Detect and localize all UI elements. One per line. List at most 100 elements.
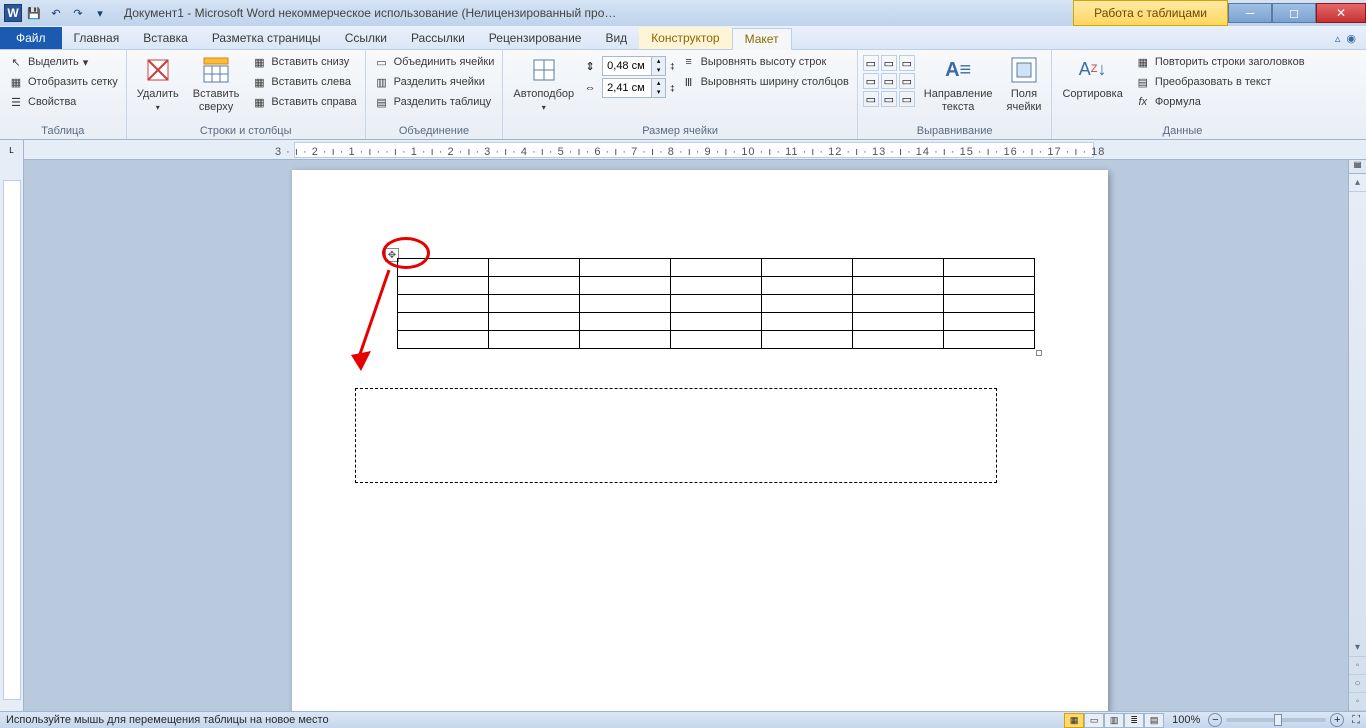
tab-selector[interactable]: L [0, 140, 24, 160]
sort-icon: AZ↓ [1077, 54, 1109, 86]
grid-icon: ▦ [8, 74, 24, 90]
properties-button[interactable]: ☰Свойства [4, 92, 122, 112]
redo-icon[interactable]: ↷ [68, 3, 88, 23]
status-bar: Используйте мышь для перемещения таблицы… [0, 711, 1366, 728]
tab-insert[interactable]: Вставка [131, 27, 200, 49]
row-height-icon: ⇕ [582, 58, 598, 74]
align-br-icon[interactable]: ▭ [899, 91, 915, 107]
split-table-button[interactable]: ▤Разделить таблицу [370, 92, 499, 112]
align-bl-icon[interactable]: ▭ [863, 91, 879, 107]
draft-view-icon[interactable]: ▤ [1144, 713, 1164, 728]
cell-margins-icon [1008, 54, 1040, 86]
minimize-button[interactable]: ─ [1228, 3, 1272, 23]
vertical-scrollbar[interactable]: ▤ ▴ ▾ ◦ ○ ◦ [1348, 160, 1366, 711]
repeat-header-button[interactable]: ▦Повторить строки заголовков [1131, 52, 1309, 72]
scroll-track[interactable] [1349, 192, 1366, 639]
document-table[interactable] [397, 258, 1035, 349]
convert-text-button[interactable]: ▤Преобразовать в текст [1131, 72, 1309, 92]
autofit-icon [528, 54, 560, 86]
group-cell-size: Автоподбор▾ ⇕ ▴▾ ‡ ⇔ ▴▾ ‡ ≡Выровнять выс… [503, 50, 857, 139]
print-layout-view-icon[interactable]: ▦ [1064, 713, 1084, 728]
group-label-table: Таблица [4, 123, 122, 139]
minimize-ribbon-icon[interactable]: ▵ [1335, 32, 1341, 45]
prev-page-icon[interactable]: ◦ [1349, 657, 1366, 675]
repeat-header-icon: ▦ [1135, 54, 1151, 70]
outline-view-icon[interactable]: ≣ [1124, 713, 1144, 728]
tab-design[interactable]: Конструктор [639, 27, 731, 49]
autofit-button[interactable]: Автоподбор▾ [507, 52, 580, 115]
cell-margins-button[interactable]: Поля ячейки [1001, 52, 1048, 116]
zoom-in-icon[interactable]: + [1330, 713, 1344, 727]
insert-right-icon: ▦ [251, 94, 267, 110]
distribute-cols-button[interactable]: ⅢВыровнять ширину столбцов [677, 72, 853, 92]
select-button[interactable]: ↖Выделить ▾ [4, 52, 122, 72]
sort-button[interactable]: AZ↓Сортировка [1056, 52, 1128, 103]
tab-table-layout[interactable]: Макет [732, 28, 792, 50]
qat-more-icon[interactable]: ▾ [90, 3, 110, 23]
drop-target-outline [355, 388, 997, 483]
dist-rows-icon: ≡ [681, 54, 697, 70]
ribbon-help-area: ▵ ◉ [1325, 28, 1366, 49]
text-direction-button[interactable]: A≡Направление текста [918, 52, 999, 116]
align-tl-icon[interactable]: ▭ [863, 55, 879, 71]
tab-view[interactable]: Вид [593, 27, 639, 49]
zoom-slider[interactable]: − + [1208, 713, 1344, 727]
ruler-toggle-icon[interactable]: ▤ [1349, 160, 1366, 174]
undo-icon[interactable]: ↶ [46, 3, 66, 23]
document-canvas[interactable]: ✥ [24, 160, 1348, 711]
fullscreen-icon[interactable]: ⛶ [1352, 714, 1360, 727]
distribute-rows-button[interactable]: ≡Выровнять высоту строк [677, 52, 853, 72]
word-app-icon[interactable]: W [4, 4, 22, 22]
zoom-out-icon[interactable]: − [1208, 713, 1222, 727]
close-button[interactable]: ✕ [1316, 3, 1366, 23]
col-width-icon: ⇔ [582, 80, 598, 96]
horizontal-ruler[interactable]: 3 · ı · 2 · ı · 1 · ı · · ı · 1 · ı · 2 … [24, 140, 1366, 159]
tab-layout[interactable]: Разметка страницы [200, 27, 333, 49]
insert-below-button[interactable]: ▦Вставить снизу [247, 52, 360, 72]
insert-above-icon [200, 54, 232, 86]
col-width-input[interactable]: ▴▾ [602, 78, 666, 98]
split-table-icon: ▤ [374, 94, 390, 110]
show-gridlines-button[interactable]: ▦Отобразить сетку [4, 72, 122, 92]
align-tc-icon[interactable]: ▭ [881, 55, 897, 71]
zoom-thumb[interactable] [1274, 714, 1282, 726]
align-tr-icon[interactable]: ▭ [899, 55, 915, 71]
insert-right-button[interactable]: ▦Вставить справа [247, 92, 360, 112]
help-icon[interactable]: ◉ [1346, 32, 1356, 45]
align-ml-icon[interactable]: ▭ [863, 73, 879, 89]
insert-left-button[interactable]: ▦Вставить слева [247, 72, 360, 92]
merge-cells-button[interactable]: ▭Объединить ячейки [370, 52, 499, 72]
group-merge: ▭Объединить ячейки ▥Разделить ячейки ▤Ра… [366, 50, 504, 139]
cursor-icon: ↖ [8, 54, 24, 70]
maximize-button[interactable]: ◻ [1272, 3, 1316, 23]
scroll-up-icon[interactable]: ▴ [1349, 174, 1366, 192]
row-height-input[interactable]: ▴▾ [602, 56, 666, 76]
table-resize-handle[interactable] [1036, 350, 1042, 356]
align-mr-icon[interactable]: ▭ [899, 73, 915, 89]
delete-button[interactable]: Удалить▾ [131, 52, 185, 115]
align-bc-icon[interactable]: ▭ [881, 91, 897, 107]
page[interactable]: ✥ [292, 170, 1108, 711]
file-tab[interactable]: Файл [0, 27, 62, 49]
align-mc-icon[interactable]: ▭ [881, 73, 897, 89]
web-view-icon[interactable]: ▥ [1104, 713, 1124, 728]
insert-left-icon: ▦ [251, 74, 267, 90]
tab-home[interactable]: Главная [62, 27, 132, 49]
group-alignment: ▭▭▭ ▭▭▭ ▭▭▭ A≡Направление текста Поля яч… [858, 50, 1053, 139]
fullscreen-view-icon[interactable]: ▭ [1084, 713, 1104, 728]
tab-references[interactable]: Ссылки [333, 27, 399, 49]
annotation-arrow-icon [347, 265, 397, 375]
vertical-ruler[interactable] [0, 160, 24, 711]
browse-object-icon[interactable]: ○ [1349, 675, 1366, 693]
formula-button[interactable]: fxФормула [1131, 92, 1309, 112]
group-label-data: Данные [1056, 123, 1308, 139]
next-page-icon[interactable]: ◦ [1349, 693, 1366, 711]
tab-mailings[interactable]: Рассылки [399, 27, 477, 49]
insert-above-button[interactable]: Вставить сверху [187, 52, 246, 116]
tab-review[interactable]: Рецензирование [477, 27, 594, 49]
scroll-down-icon[interactable]: ▾ [1349, 639, 1366, 657]
save-icon[interactable]: 💾 [24, 3, 44, 23]
zoom-level[interactable]: 100% [1172, 714, 1200, 726]
group-label-align: Выравнивание [862, 123, 1048, 139]
split-cells-button[interactable]: ▥Разделить ячейки [370, 72, 499, 92]
